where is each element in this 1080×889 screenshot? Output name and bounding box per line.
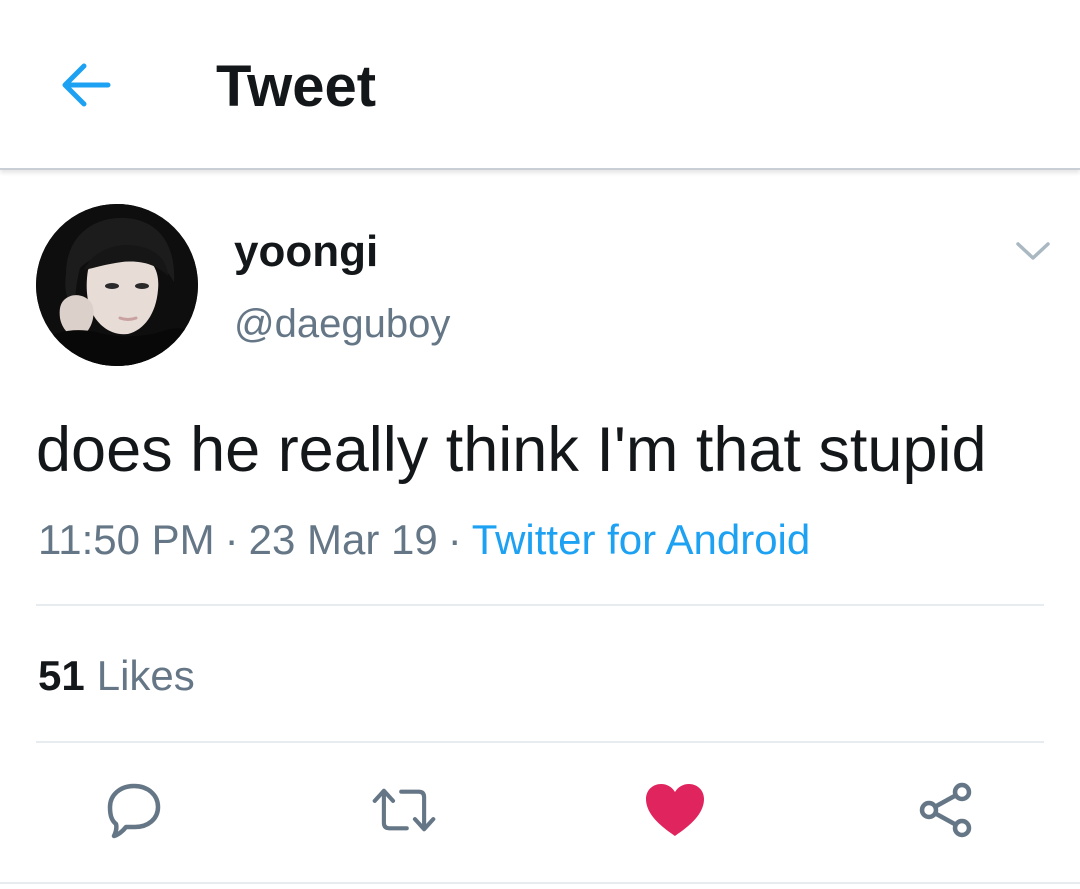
arrow-left-icon: [62, 63, 111, 107]
retweet-icon: [372, 788, 436, 832]
chevron-down-icon: [1016, 242, 1050, 260]
tweet-source-link[interactable]: Twitter for Android: [472, 516, 810, 563]
divider: [0, 882, 1080, 884]
like-button[interactable]: [643, 778, 707, 842]
share-button[interactable]: [914, 778, 978, 842]
heart-icon: [646, 784, 704, 836]
user-handle[interactable]: @daeguboy: [234, 300, 450, 348]
avatar-photo: [36, 204, 198, 366]
back-button[interactable]: [50, 50, 120, 120]
app-bar: Tweet: [0, 0, 1080, 170]
avatar[interactable]: [36, 204, 198, 366]
reply-icon: [107, 783, 161, 839]
tweet-metadata: 11:50 PM · 23 Mar 19 · Twitter for Android: [38, 514, 1058, 566]
divider: [36, 741, 1044, 743]
likes-stat[interactable]: 51 Likes: [38, 650, 195, 702]
display-name[interactable]: yoongi: [234, 226, 378, 278]
tweet-detail-screen: Tweet yoongi @daeguboy does he really th…: [0, 0, 1080, 889]
tweet-menu-button[interactable]: [1010, 228, 1056, 274]
tweet-time: 11:50 PM: [38, 516, 215, 563]
likes-count: 51: [38, 652, 85, 699]
share-icon: [919, 782, 972, 838]
likes-label: Likes: [96, 652, 195, 699]
tweet-text: does he really think I'm that stupid: [36, 415, 987, 485]
reply-button[interactable]: [102, 778, 166, 842]
meta-separator: ·: [447, 516, 462, 563]
meta-separator: ·: [224, 516, 239, 563]
page-title: Tweet: [216, 54, 377, 119]
divider: [36, 604, 1044, 606]
tweet-date: 23 Mar 19: [248, 516, 438, 563]
retweet-button[interactable]: [372, 778, 436, 842]
